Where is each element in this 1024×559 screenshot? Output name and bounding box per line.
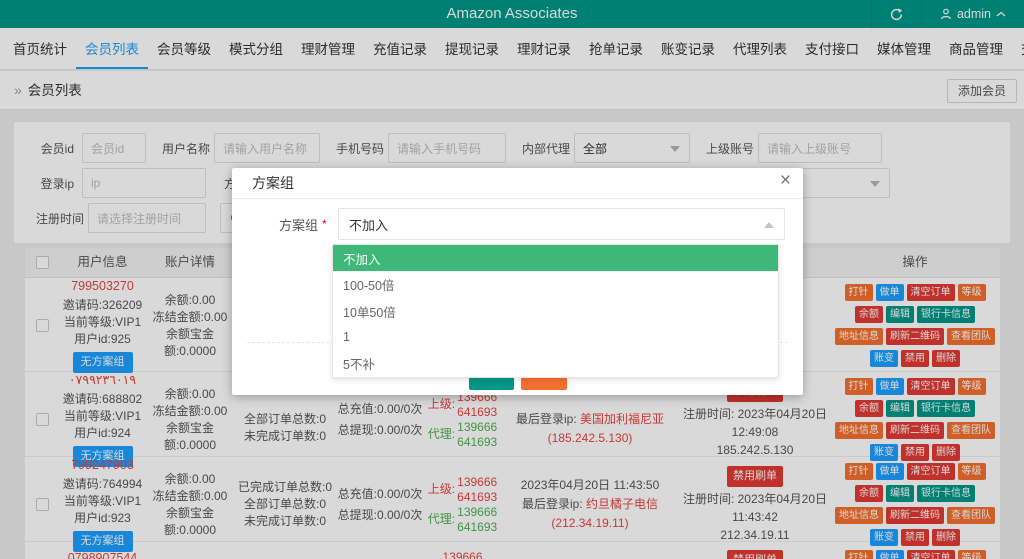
plan-group-select[interactable]: 不加入 [338, 208, 785, 240]
select-value: 不加入 [349, 217, 389, 233]
required-mark: * [322, 217, 327, 231]
modal-title: 方案组 [232, 168, 803, 199]
page: Amazon Associates admin 首页统计 会员列表 会员等级 模式分组… [0, 0, 1024, 559]
plan-group-field: 方案组 * 不加入 [232, 208, 785, 240]
caret-up-icon [764, 222, 774, 228]
dropdown-option[interactable]: 不加入 [333, 245, 778, 272]
dropdown-option[interactable]: 1 [333, 324, 778, 350]
dropdown-option[interactable]: 10单50倍 [333, 298, 778, 324]
dropdown-option[interactable]: 5不补 [333, 351, 778, 377]
plan-group-dropdown: 不加入 100-50倍 10单50倍 1 5不补 [332, 244, 779, 378]
plan-group-modal: 方案组 × 方案组 * 不加入 不加入 100-50倍 10单50倍 1 5不补 [232, 168, 803, 395]
close-icon[interactable]: × [780, 170, 791, 192]
dropdown-option[interactable]: 100-50倍 [333, 271, 778, 297]
field-label: 方案组 [278, 217, 318, 233]
